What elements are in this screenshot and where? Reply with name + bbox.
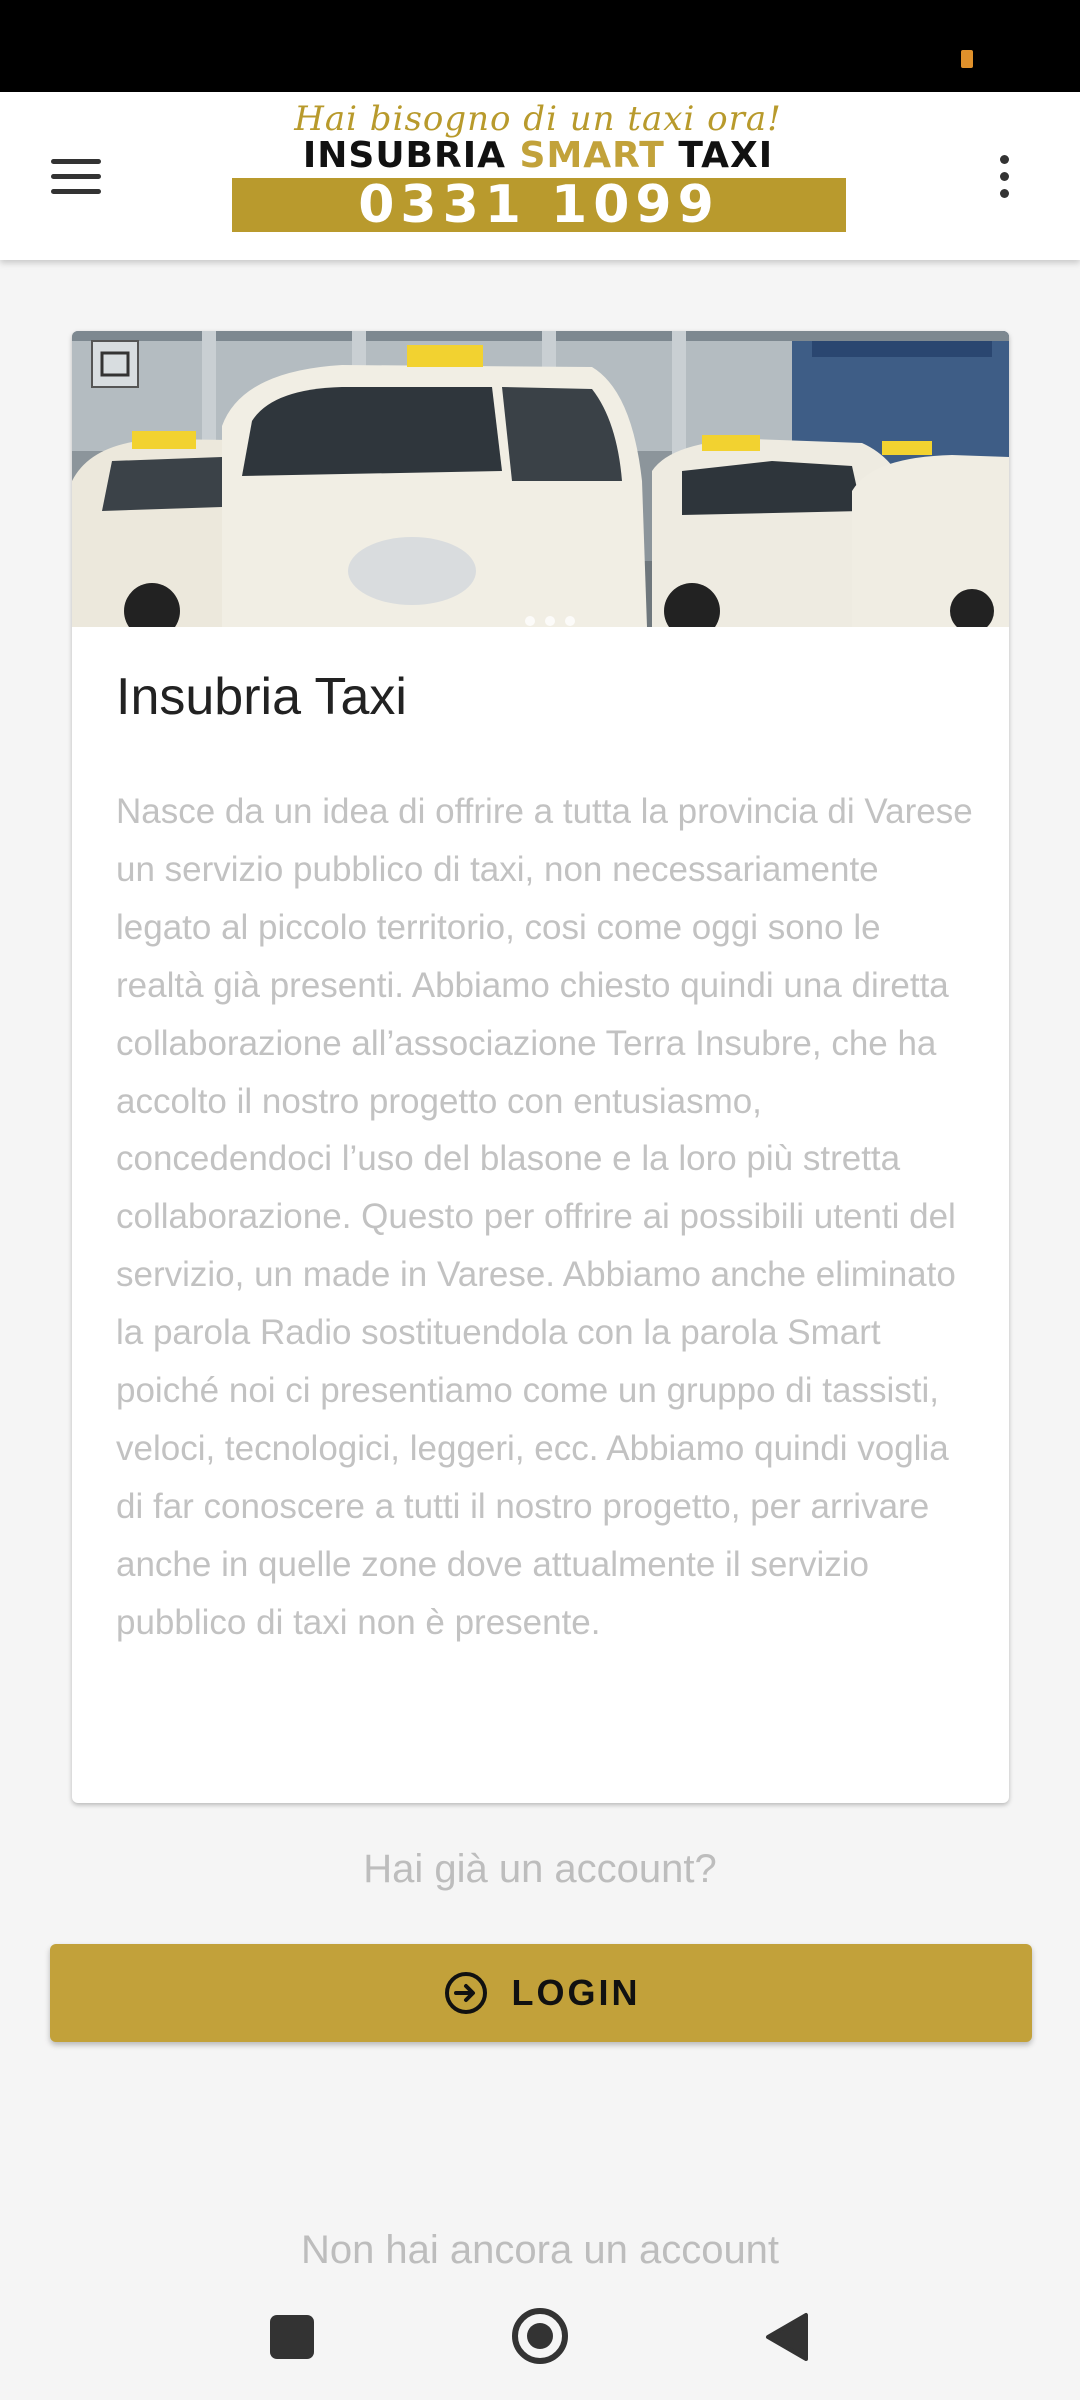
- no-account-text[interactable]: Non hai ancora un account: [0, 2228, 1080, 2273]
- login-button[interactable]: LOGIN: [50, 1944, 1032, 2042]
- login-arrow-icon: [444, 1972, 487, 2014]
- more-vertical-icon[interactable]: [964, 136, 1044, 216]
- notification-dot: [961, 50, 973, 68]
- brand-logo: Hai bisogno di un taxi ora! INSUBRIA SMA…: [228, 99, 848, 232]
- logo-brand-insubria: INSUBRIA: [302, 135, 520, 176]
- status-bar: [0, 0, 1080, 92]
- info-card: Insubria Taxi Nasce da un idea di offrir…: [72, 331, 1009, 1803]
- logo-brand-smart: SMART: [519, 135, 665, 176]
- system-nav-bar: [0, 2270, 1080, 2400]
- logo-phone-number: 0331 1099: [232, 178, 846, 232]
- logo-tagline: Hai bisogno di un taxi ora!: [294, 99, 782, 139]
- login-label: LOGIN: [511, 1972, 641, 2013]
- have-account-text: Hai già un account?: [363, 1847, 717, 1891]
- card-title: Insubria Taxi: [116, 668, 407, 726]
- logo-brand-taxi: TAXI: [664, 135, 774, 176]
- back-triangle-icon[interactable]: [762, 2311, 810, 2363]
- logo-brand: INSUBRIA SMART TAXI: [228, 136, 848, 176]
- home-circle-icon[interactable]: [510, 2306, 570, 2366]
- recents-square-icon[interactable]: [270, 2315, 314, 2359]
- hamburger-menu-icon[interactable]: [28, 136, 124, 216]
- card-description: Nasce da un idea di offrire a tutta la p…: [116, 792, 973, 1642]
- taxi-hero-image: [72, 331, 1009, 627]
